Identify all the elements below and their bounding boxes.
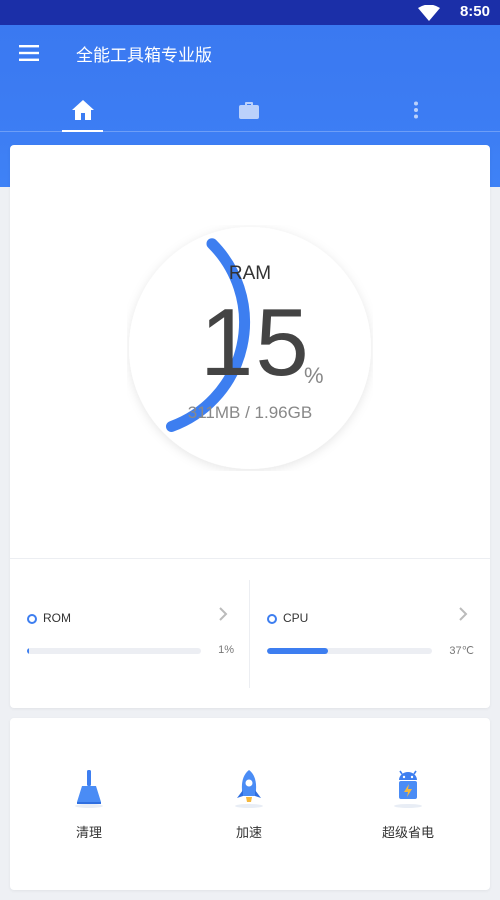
power-save-button[interactable]: 超级省电 — [348, 768, 468, 848]
boost-button[interactable]: 加速 — [189, 768, 309, 848]
rom-progress-bar — [27, 648, 201, 654]
rocket-icon — [235, 770, 263, 808]
power-save-label: 超级省电 — [381, 826, 434, 841]
tab-indicator — [62, 130, 103, 132]
tab-more[interactable] — [386, 88, 446, 132]
memory-card: RAM 15 % 311MB / 1.96GB ROM 1% CPU 37℃ — [10, 145, 490, 708]
cpu-progress-bar — [267, 648, 432, 654]
toolbar: 全能工具箱专业版 — [0, 25, 500, 81]
boost-label: 加速 — [235, 826, 262, 841]
wifi-icon — [418, 5, 440, 21]
chevron-right-icon — [459, 607, 468, 621]
tab-home[interactable] — [53, 88, 113, 132]
ram-label: RAM — [228, 263, 272, 284]
cpu-label: CPU — [283, 611, 309, 625]
menu-icon[interactable] — [19, 45, 39, 61]
broom-icon — [75, 770, 103, 808]
android-battery-icon — [394, 770, 422, 808]
briefcase-icon — [239, 102, 259, 119]
clean-button[interactable]: 清理 — [29, 768, 149, 848]
cpu-progress-fill — [267, 648, 329, 654]
rom-label: ROM — [43, 611, 71, 625]
tab-tools[interactable] — [219, 88, 279, 132]
rom-stat[interactable]: ROM 1% — [10, 558, 240, 708]
rom-dot-icon — [27, 614, 37, 624]
more-vertical-icon — [414, 101, 418, 119]
home-icon — [72, 100, 94, 120]
app-title: 全能工具箱专业版 — [76, 46, 212, 66]
ram-percent-unit: % — [304, 363, 324, 388]
cpu-stat[interactable]: CPU 37℃ — [250, 558, 480, 708]
tab-bar — [0, 88, 500, 132]
clean-label: 清理 — [75, 826, 102, 841]
cpu-value: 37℃ — [449, 645, 474, 657]
ram-usage: 311MB / 1.96GB — [187, 403, 313, 422]
ram-percent: 15 — [200, 289, 311, 396]
status-bar: 8:50 — [0, 0, 500, 25]
cpu-dot-icon — [267, 614, 277, 624]
status-time: 8:50 — [459, 3, 490, 20]
tools-card: 清理 加速 超级省电 — [10, 718, 490, 890]
chevron-right-icon — [219, 607, 228, 621]
rom-progress-fill — [27, 648, 29, 654]
rom-value: 1% — [218, 644, 234, 656]
